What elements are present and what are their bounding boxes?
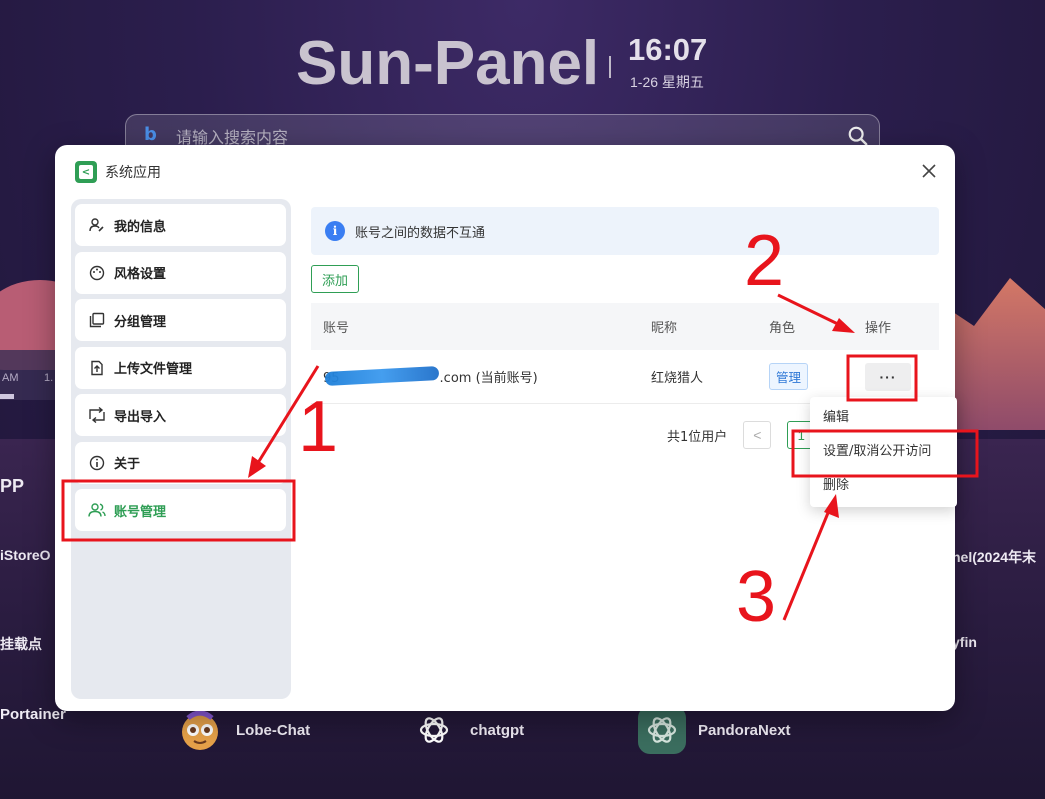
sidebar-item-my-info[interactable]: 我的信息 (75, 204, 286, 246)
account-cell: 95.com (当前账号) (311, 366, 641, 386)
sidebar-item-upload-file-management[interactable]: 上传文件管理 (75, 346, 286, 389)
sidebar-item-account-management[interactable]: 账号管理 (75, 489, 286, 531)
menu-item-delete[interactable]: 删除 (810, 471, 957, 505)
modal-title: 系统应用 (105, 165, 161, 181)
app-tile-pandoranext[interactable]: PandoraNext (638, 706, 791, 754)
sidebar-item-label: 风格设置 (114, 267, 167, 282)
clock-time: 16:07 (628, 32, 708, 67)
app-name: Portainer (0, 706, 66, 723)
widget-text: 1. (44, 372, 54, 384)
accounts-table: 账号 昵称 角色 操作 95.com (当前账号) 红烧猎人 管理 ··· (311, 303, 939, 404)
add-account-button[interactable]: 添加 (311, 265, 359, 293)
app-logo-icon: < (75, 161, 97, 183)
upload-file-icon (88, 359, 106, 377)
palette-icon (88, 264, 106, 282)
alert-text: 账号之间的数据不互通 (355, 225, 486, 241)
column-header: 操作 (865, 321, 892, 336)
sidebar-item-label: 账号管理 (114, 504, 167, 520)
background-widget: AM 1. (0, 350, 60, 400)
sidebar-item-label: 我的信息 (114, 219, 167, 235)
nickname-cell: 红烧猎人 (651, 371, 704, 386)
widget-progress (0, 394, 14, 399)
role-cell: 管理 (757, 363, 853, 390)
sidebar-item-about[interactable]: 关于 (75, 441, 286, 484)
bing-icon[interactable]: b (144, 124, 157, 145)
menu-item-toggle-public-access[interactable]: 设置/取消公开访问 (810, 437, 957, 471)
clock-date: 1-26 星期五 (630, 74, 704, 90)
table-header: 账号 昵称 角色 操作 (311, 303, 939, 350)
column-header: 角色 (769, 321, 796, 336)
search-icon[interactable] (847, 125, 869, 147)
account-suffix: .com (当前账号) (439, 371, 538, 386)
close-icon[interactable] (919, 161, 939, 181)
account-management-panel: i 账号之间的数据不互通 添加 账号 昵称 角色 操作 95.com (当前账号… (311, 207, 939, 449)
column-header: 账号 (323, 321, 350, 336)
background-app-label[interactable]: 挂载点 (0, 634, 42, 654)
sidebar-item-label: 分组管理 (114, 314, 167, 330)
info-icon (88, 454, 106, 472)
redaction-mark (324, 366, 440, 386)
background-app-label[interactable]: yfin (952, 634, 977, 650)
sidebar-item-label: 关于 (114, 457, 141, 472)
sidebar-item-label: 上传文件管理 (114, 362, 193, 377)
background-app-label[interactable]: iStoreO (0, 547, 51, 563)
settings-sidebar: 我的信息 风格设置 分组管理 上传文件管理 导出导入 关于 账号管理 (71, 199, 291, 699)
info-alert: i 账号之间的数据不互通 (311, 207, 939, 255)
openai-icon (638, 706, 686, 754)
column-header: 昵称 (651, 321, 678, 336)
app-name: PandoraNext (698, 721, 791, 739)
background-app-label[interactable]: nel(2024年末 (952, 547, 1036, 567)
background-app-label[interactable]: PP (0, 476, 24, 497)
modal-header: < 系统应用 (75, 161, 161, 183)
users-icon (88, 501, 106, 519)
table-row: 95.com (当前账号) 红烧猎人 管理 ··· (311, 350, 939, 404)
sidebar-item-group-management[interactable]: 分组管理 (75, 299, 286, 341)
export-import-icon (88, 406, 106, 424)
app-tile-chatgpt[interactable]: chatgpt (410, 706, 524, 754)
annotation-number-1: 1 (298, 387, 339, 467)
pagination: 共1位用户 < 1 (667, 421, 816, 449)
menu-item-edit[interactable]: 编辑 (810, 403, 957, 437)
lobe-chat-icon (176, 706, 224, 754)
sidebar-item-label: 导出导入 (114, 409, 167, 425)
app-name: chatgpt (470, 721, 525, 739)
title-separator (609, 56, 611, 78)
actions-dropdown: 编辑 设置/取消公开访问 删除 (810, 397, 957, 507)
role-tag: 管理 (769, 363, 809, 390)
annotation-number-3: 3 (736, 557, 777, 637)
info-icon: i (325, 221, 345, 241)
widget-text: AM (2, 372, 19, 384)
user-edit-icon (88, 216, 106, 234)
app-tile-portainer[interactable]: Portainer (0, 706, 66, 723)
annotation-number-2: 2 (744, 221, 785, 301)
action-cell: ··· (853, 362, 939, 391)
group-icon (88, 311, 106, 329)
app-title: Sun-Panel (296, 29, 600, 98)
total-count: 共1位用户 (667, 429, 728, 445)
app-tile-lobe-chat[interactable]: Lobe-Chat (176, 706, 310, 754)
openai-icon (410, 706, 458, 754)
app-name: Lobe-Chat (236, 721, 311, 739)
sidebar-item-style-settings[interactable]: 风格设置 (75, 251, 286, 294)
more-actions-button[interactable]: ··· (865, 362, 911, 391)
prev-page-button[interactable]: < (743, 421, 772, 449)
sidebar-item-export-import[interactable]: 导出导入 (75, 394, 286, 436)
